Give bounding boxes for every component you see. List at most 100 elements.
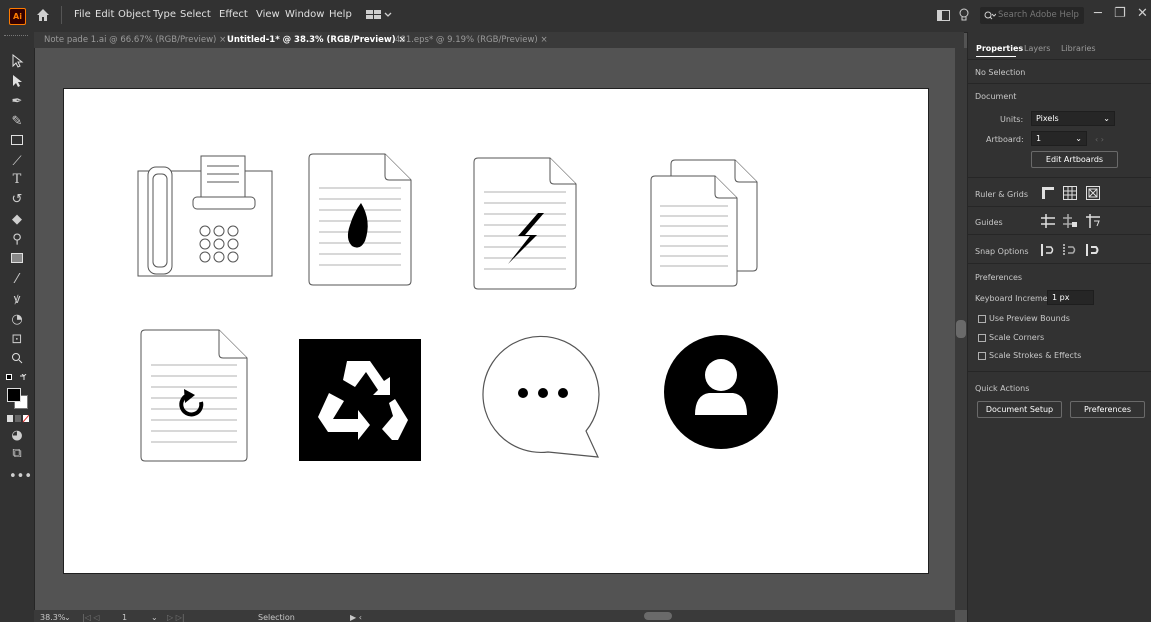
symbol-sprayer-tool-icon[interactable]: ◔ xyxy=(9,312,25,328)
use-preview-bounds-label: Use Preview Bounds xyxy=(989,314,1070,323)
minimize-icon[interactable]: ─ xyxy=(1094,6,1102,21)
search-icon xyxy=(984,11,996,20)
quick-actions-heading: Quick Actions xyxy=(975,384,1030,393)
preferences-button[interactable]: Preferences xyxy=(1070,401,1145,418)
grip-icon[interactable] xyxy=(4,35,28,38)
eyedropper-tool-icon[interactable]: ⁄ xyxy=(9,272,25,288)
draw-mode-icon[interactable]: ◕ xyxy=(9,428,25,444)
vertical-scrollbar[interactable] xyxy=(955,48,967,610)
ruler-icon[interactable] xyxy=(1041,186,1055,200)
power-document-icon[interactable] xyxy=(473,157,577,290)
color-mode-icon[interactable] xyxy=(7,414,30,426)
menu-help[interactable]: Help xyxy=(329,9,352,20)
more-tools-icon[interactable]: ••• xyxy=(9,469,32,485)
menu-edit[interactable]: Edit xyxy=(95,9,114,20)
recycle-icon[interactable] xyxy=(299,339,421,461)
artboard[interactable] xyxy=(64,89,928,573)
gradient-tool-icon[interactable] xyxy=(9,252,25,268)
smart-guides-icon[interactable] xyxy=(1086,214,1100,228)
fill-stroke-swatch[interactable] xyxy=(7,388,28,409)
ink-document-icon[interactable] xyxy=(308,153,412,286)
selection-status: No Selection xyxy=(975,68,1026,77)
close-icon[interactable]: ✕ xyxy=(1137,6,1148,21)
tab-properties[interactable]: Properties xyxy=(976,44,1023,53)
ruler-grids-label: Ruler & Grids xyxy=(975,190,1028,199)
tab-note-pade[interactable]: Note pade 1.ai @ 66.67% (RGB/Preview) × xyxy=(44,33,226,47)
tab-untitled-1[interactable]: Untitled-1* @ 38.3% (RGB/Preview) × xyxy=(227,33,406,47)
artboard-dropdown-icon[interactable]: ⌄ xyxy=(151,613,158,622)
transparency-grid-icon[interactable] xyxy=(1086,186,1100,200)
artboard-label: Artboard: xyxy=(986,135,1024,144)
vertical-scroll-thumb[interactable] xyxy=(956,320,966,338)
edit-artboards-button[interactable]: Edit Artboards xyxy=(1031,151,1118,168)
fax-icon[interactable] xyxy=(137,155,273,277)
user-profile-icon[interactable] xyxy=(664,335,778,449)
first-artboard-icon[interactable]: |◁ ◁ xyxy=(82,613,100,622)
document-setup-button[interactable]: Document Setup xyxy=(977,401,1062,418)
restore-icon[interactable]: ❐ xyxy=(1114,6,1126,21)
blend-tool-icon[interactable]: ꝟ xyxy=(9,292,25,308)
selection-tool-icon[interactable] xyxy=(9,53,25,70)
snap-to-pixel-icon[interactable] xyxy=(1063,243,1077,257)
rectangle-tool-icon[interactable] xyxy=(9,134,25,150)
chat-bubble-icon[interactable] xyxy=(482,335,600,458)
grid-icon[interactable] xyxy=(1063,186,1077,200)
tab-layers[interactable]: Layers xyxy=(1024,44,1050,53)
warp-tool-icon[interactable]: ⚲ xyxy=(9,232,25,248)
menu-effect[interactable]: Effect xyxy=(219,9,248,20)
menu-object[interactable]: Object xyxy=(118,9,151,20)
copy-documents-icon[interactable] xyxy=(650,159,758,287)
show-guides-icon[interactable] xyxy=(1041,214,1055,228)
snap-to-point-icon[interactable] xyxy=(1041,243,1055,257)
artboard-nav-icon[interactable]: ‹ › xyxy=(1095,135,1104,144)
artboard-number[interactable]: 1 xyxy=(122,613,127,622)
search-box[interactable]: Search Adobe Help xyxy=(980,7,1084,24)
artboard-dropdown[interactable]: 1 ⌄ xyxy=(1031,131,1087,146)
workspace-switcher-icon[interactable] xyxy=(366,10,392,23)
screen-mode-icon[interactable]: ⧉ xyxy=(9,446,25,462)
illustrator-logo-icon: Ai xyxy=(9,8,26,25)
panel-toggle-icon[interactable] xyxy=(937,10,950,24)
artboard-tool-icon[interactable]: ⊡ xyxy=(9,332,25,348)
menu-file[interactable]: File xyxy=(74,9,91,20)
zoom-dropdown-icon[interactable]: ⌄ xyxy=(64,613,71,622)
close-tab-icon[interactable]: × xyxy=(540,35,547,45)
chevron-down-icon: ⌄ xyxy=(1103,114,1110,123)
lightbulb-icon[interactable] xyxy=(959,8,969,26)
artboard-value: 1 xyxy=(1036,134,1042,143)
next-artboard-icon[interactable]: ▷ ▷| xyxy=(167,613,185,622)
rotate-tool-icon[interactable]: ↺ xyxy=(9,192,25,208)
refresh-document-icon[interactable] xyxy=(140,329,248,462)
paintbrush-tool-icon[interactable]: ⟋ xyxy=(9,154,25,170)
zoom-tool-icon[interactable] xyxy=(9,352,25,368)
menu-type[interactable]: Type xyxy=(153,9,176,20)
menu-window[interactable]: Window xyxy=(285,9,324,20)
pen-tool-icon[interactable]: ✒ xyxy=(9,94,25,110)
tools-panel: ✒ ✎ ⟋ T ↺ ◆ ⚲ ⁄ ꝟ ◔ ⊡ ◕ ⧉ ••• xyxy=(0,32,35,622)
home-icon[interactable] xyxy=(36,8,50,25)
current-tool-label: Selection xyxy=(258,613,295,622)
use-preview-bounds-checkbox[interactable] xyxy=(978,315,986,323)
direct-selection-tool-icon[interactable] xyxy=(9,74,25,90)
snap-to-glyph-icon[interactable] xyxy=(1086,243,1100,257)
menu-select[interactable]: Select xyxy=(180,9,211,20)
scale-corners-checkbox[interactable] xyxy=(978,334,986,342)
tab-libraries[interactable]: Libraries xyxy=(1061,44,1096,53)
divider xyxy=(967,263,1151,264)
type-tool-icon[interactable]: T xyxy=(9,172,25,188)
zoom-level[interactable]: 38.3% xyxy=(40,613,65,622)
divider xyxy=(967,83,1151,84)
default-colors-icon[interactable] xyxy=(6,373,28,387)
tab-481-eps[interactable]: 481.eps* @ 9.19% (RGB/Preview) × xyxy=(395,33,548,47)
eraser-tool-icon[interactable]: ◆ xyxy=(9,212,25,228)
close-tab-icon[interactable]: × xyxy=(219,35,226,45)
scale-strokes-checkbox[interactable] xyxy=(978,352,986,360)
horizontal-scroll-thumb[interactable] xyxy=(644,612,672,620)
units-dropdown[interactable]: Pixels ⌄ xyxy=(1031,111,1115,126)
menu-view[interactable]: View xyxy=(256,9,280,20)
keyboard-increment-field[interactable]: 1 px xyxy=(1047,290,1094,305)
curvature-tool-icon[interactable]: ✎ xyxy=(9,114,25,130)
search-input[interactable]: Search Adobe Help xyxy=(998,10,1079,20)
lock-guides-icon[interactable] xyxy=(1063,214,1077,228)
status-play-icon[interactable]: ▶ ‹ xyxy=(350,613,362,622)
